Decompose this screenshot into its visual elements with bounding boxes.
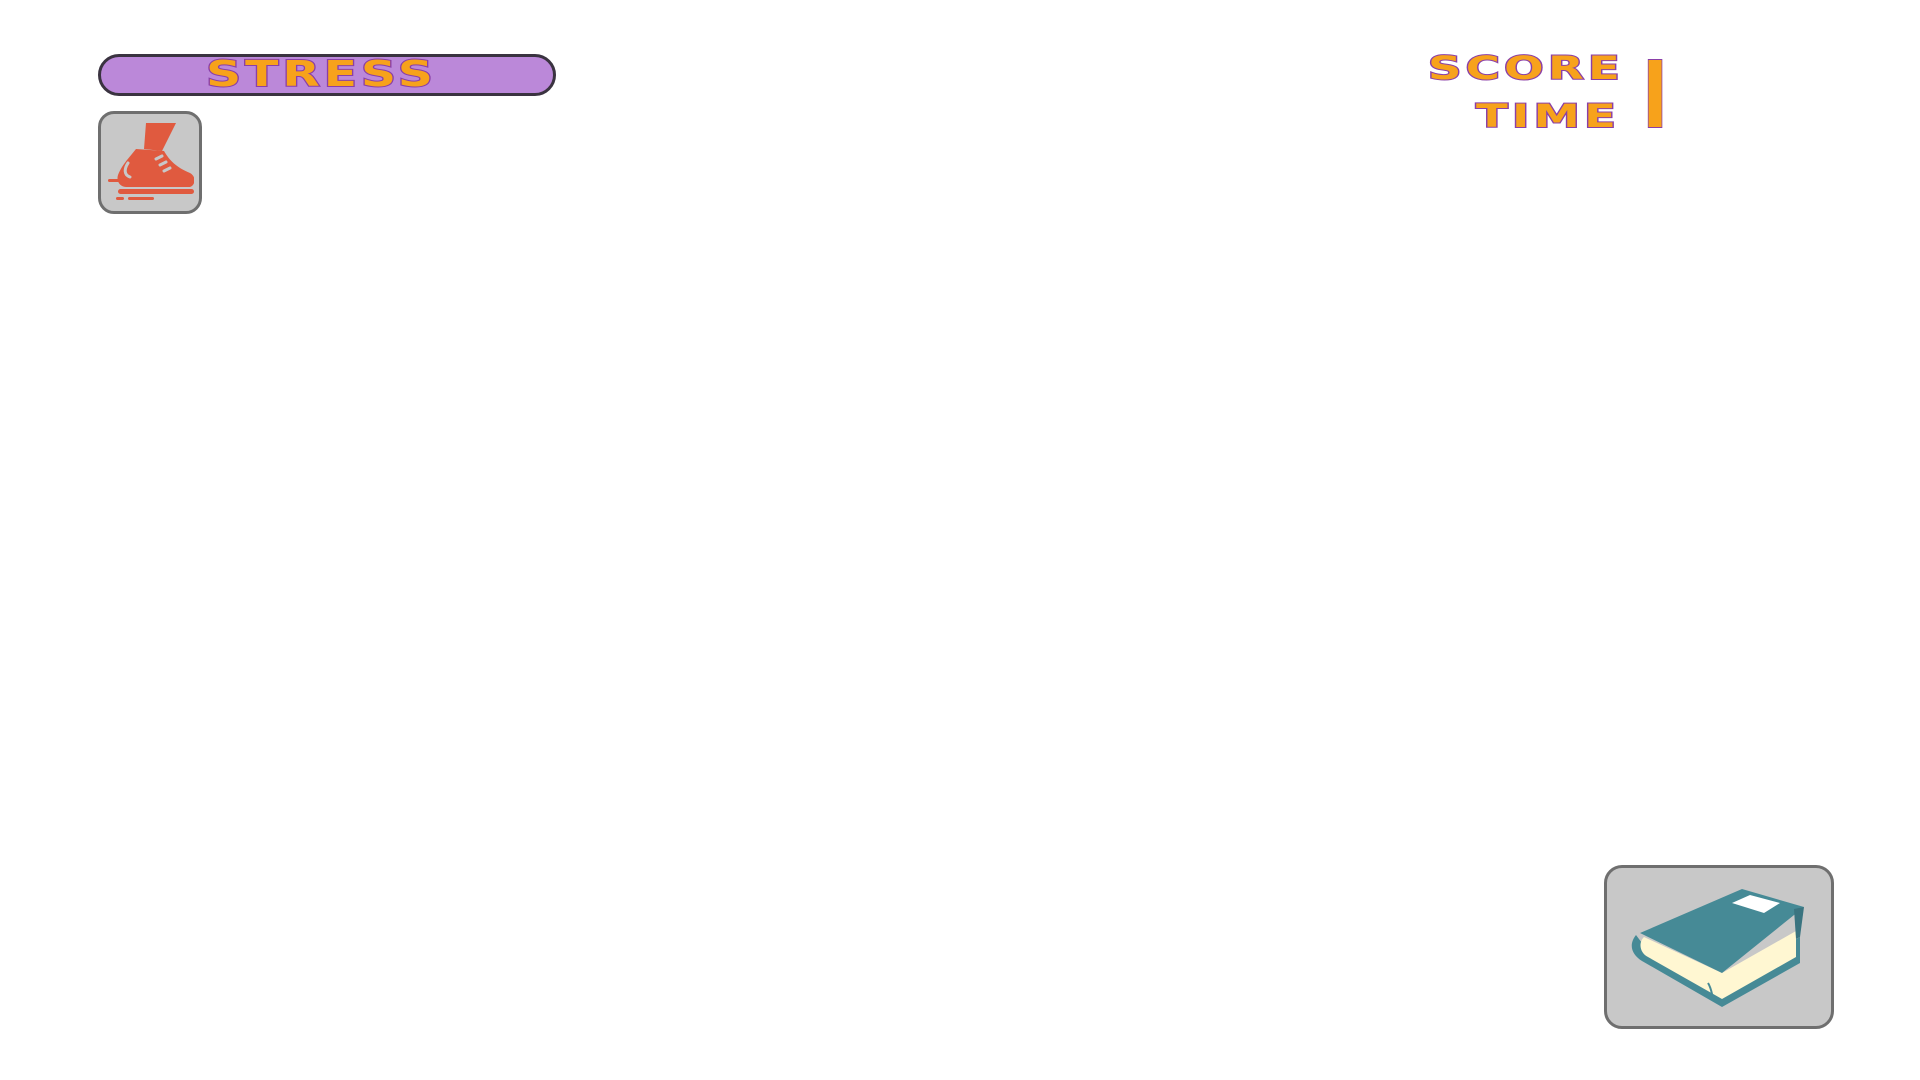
game-screen: STRESS SCORE TIME I [0, 0, 1920, 1080]
book-icon [1631, 889, 1804, 1007]
score-time-hud: SCORE TIME I [1420, 48, 1680, 143]
running-shoe-icon [108, 122, 194, 200]
time-label: TIME [1475, 97, 1621, 135]
run-button[interactable] [98, 111, 202, 214]
stress-label: STRESS [205, 54, 438, 95]
stress-meter: STRESS [98, 54, 556, 96]
book-button[interactable] [1604, 865, 1834, 1029]
hud-value: I [1642, 42, 1669, 149]
score-label: SCORE [1427, 49, 1625, 87]
